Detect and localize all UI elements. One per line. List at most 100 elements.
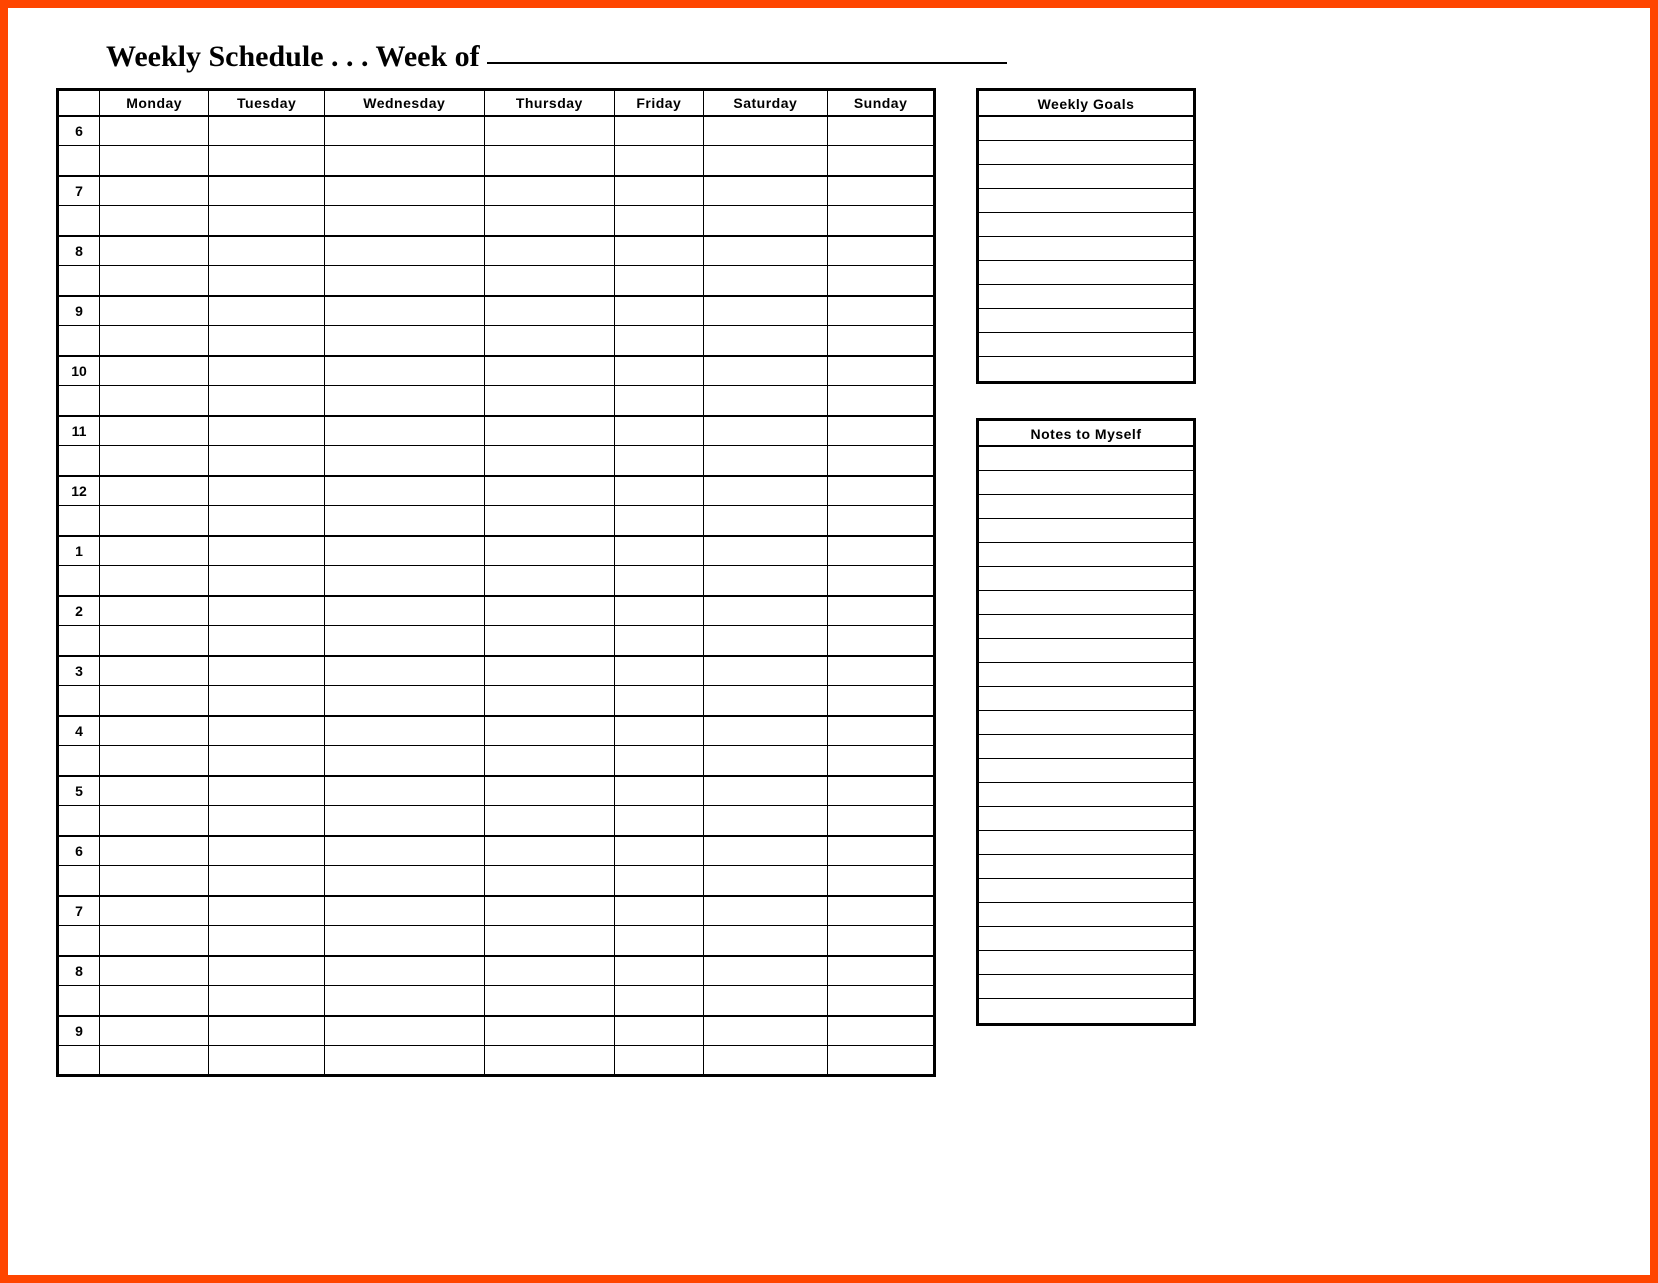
schedule-cell[interactable] xyxy=(100,326,209,356)
schedule-cell[interactable] xyxy=(100,986,209,1016)
schedule-cell[interactable] xyxy=(209,686,325,716)
schedule-cell[interactable] xyxy=(615,626,703,656)
schedule-cell[interactable] xyxy=(828,836,935,866)
schedule-cell[interactable] xyxy=(828,716,935,746)
schedule-cell[interactable] xyxy=(209,866,325,896)
notes-line[interactable] xyxy=(979,471,1193,495)
schedule-cell[interactable] xyxy=(325,296,485,326)
schedule-cell[interactable] xyxy=(703,296,828,326)
schedule-cell[interactable] xyxy=(209,176,325,206)
schedule-cell[interactable] xyxy=(209,836,325,866)
schedule-cell[interactable] xyxy=(828,1046,935,1076)
schedule-cell[interactable] xyxy=(703,176,828,206)
schedule-cell[interactable] xyxy=(615,806,703,836)
schedule-cell[interactable] xyxy=(100,296,209,326)
schedule-cell[interactable] xyxy=(484,1016,615,1046)
notes-line[interactable] xyxy=(979,711,1193,735)
schedule-cell[interactable] xyxy=(100,116,209,146)
schedule-cell[interactable] xyxy=(484,626,615,656)
schedule-cell[interactable] xyxy=(828,1016,935,1046)
schedule-cell[interactable] xyxy=(100,1016,209,1046)
schedule-cell[interactable] xyxy=(828,266,935,296)
schedule-cell[interactable] xyxy=(100,356,209,386)
schedule-cell[interactable] xyxy=(615,236,703,266)
schedule-cell[interactable] xyxy=(484,986,615,1016)
schedule-cell[interactable] xyxy=(615,296,703,326)
schedule-cell[interactable] xyxy=(100,776,209,806)
schedule-cell[interactable] xyxy=(484,716,615,746)
schedule-cell[interactable] xyxy=(325,716,485,746)
schedule-cell[interactable] xyxy=(100,746,209,776)
schedule-cell[interactable] xyxy=(100,536,209,566)
schedule-cell[interactable] xyxy=(703,446,828,476)
goals-line[interactable] xyxy=(979,309,1193,333)
schedule-cell[interactable] xyxy=(703,206,828,236)
schedule-cell[interactable] xyxy=(484,416,615,446)
schedule-cell[interactable] xyxy=(703,596,828,626)
schedule-cell[interactable] xyxy=(325,176,485,206)
schedule-cell[interactable] xyxy=(325,356,485,386)
schedule-cell[interactable] xyxy=(484,776,615,806)
schedule-cell[interactable] xyxy=(828,416,935,446)
schedule-cell[interactable] xyxy=(703,326,828,356)
schedule-cell[interactable] xyxy=(100,386,209,416)
schedule-cell[interactable] xyxy=(484,956,615,986)
schedule-cell[interactable] xyxy=(209,986,325,1016)
notes-line[interactable] xyxy=(979,783,1193,807)
schedule-cell[interactable] xyxy=(325,686,485,716)
notes-line[interactable] xyxy=(979,543,1193,567)
schedule-cell[interactable] xyxy=(703,956,828,986)
schedule-cell[interactable] xyxy=(325,896,485,926)
schedule-cell[interactable] xyxy=(325,506,485,536)
schedule-cell[interactable] xyxy=(703,506,828,536)
goals-line[interactable] xyxy=(979,357,1193,381)
notes-line[interactable] xyxy=(979,975,1193,999)
schedule-cell[interactable] xyxy=(703,116,828,146)
notes-line[interactable] xyxy=(979,735,1193,759)
schedule-cell[interactable] xyxy=(703,1046,828,1076)
schedule-cell[interactable] xyxy=(100,1046,209,1076)
schedule-cell[interactable] xyxy=(100,866,209,896)
goals-line[interactable] xyxy=(979,333,1193,357)
schedule-cell[interactable] xyxy=(615,416,703,446)
schedule-cell[interactable] xyxy=(209,956,325,986)
schedule-cell[interactable] xyxy=(325,236,485,266)
goals-line[interactable] xyxy=(979,213,1193,237)
schedule-cell[interactable] xyxy=(325,1016,485,1046)
schedule-cell[interactable] xyxy=(703,716,828,746)
schedule-cell[interactable] xyxy=(484,536,615,566)
schedule-cell[interactable] xyxy=(325,116,485,146)
schedule-cell[interactable] xyxy=(828,686,935,716)
schedule-cell[interactable] xyxy=(325,386,485,416)
schedule-cell[interactable] xyxy=(615,686,703,716)
schedule-cell[interactable] xyxy=(100,596,209,626)
schedule-cell[interactable] xyxy=(209,266,325,296)
schedule-cell[interactable] xyxy=(828,626,935,656)
schedule-cell[interactable] xyxy=(703,266,828,296)
schedule-cell[interactable] xyxy=(100,176,209,206)
schedule-cell[interactable] xyxy=(828,146,935,176)
schedule-cell[interactable] xyxy=(484,116,615,146)
schedule-cell[interactable] xyxy=(615,926,703,956)
schedule-cell[interactable] xyxy=(209,896,325,926)
schedule-cell[interactable] xyxy=(615,386,703,416)
goals-line[interactable] xyxy=(979,261,1193,285)
schedule-cell[interactable] xyxy=(828,596,935,626)
schedule-cell[interactable] xyxy=(209,806,325,836)
schedule-cell[interactable] xyxy=(209,746,325,776)
schedule-cell[interactable] xyxy=(100,686,209,716)
schedule-cell[interactable] xyxy=(209,506,325,536)
notes-line[interactable] xyxy=(979,951,1193,975)
schedule-cell[interactable] xyxy=(703,236,828,266)
schedule-cell[interactable] xyxy=(100,566,209,596)
notes-line[interactable] xyxy=(979,639,1193,663)
schedule-cell[interactable] xyxy=(615,746,703,776)
schedule-cell[interactable] xyxy=(325,626,485,656)
schedule-cell[interactable] xyxy=(828,986,935,1016)
schedule-cell[interactable] xyxy=(325,776,485,806)
schedule-cell[interactable] xyxy=(100,656,209,686)
schedule-cell[interactable] xyxy=(828,656,935,686)
schedule-cell[interactable] xyxy=(703,836,828,866)
schedule-cell[interactable] xyxy=(209,1016,325,1046)
schedule-cell[interactable] xyxy=(484,746,615,776)
